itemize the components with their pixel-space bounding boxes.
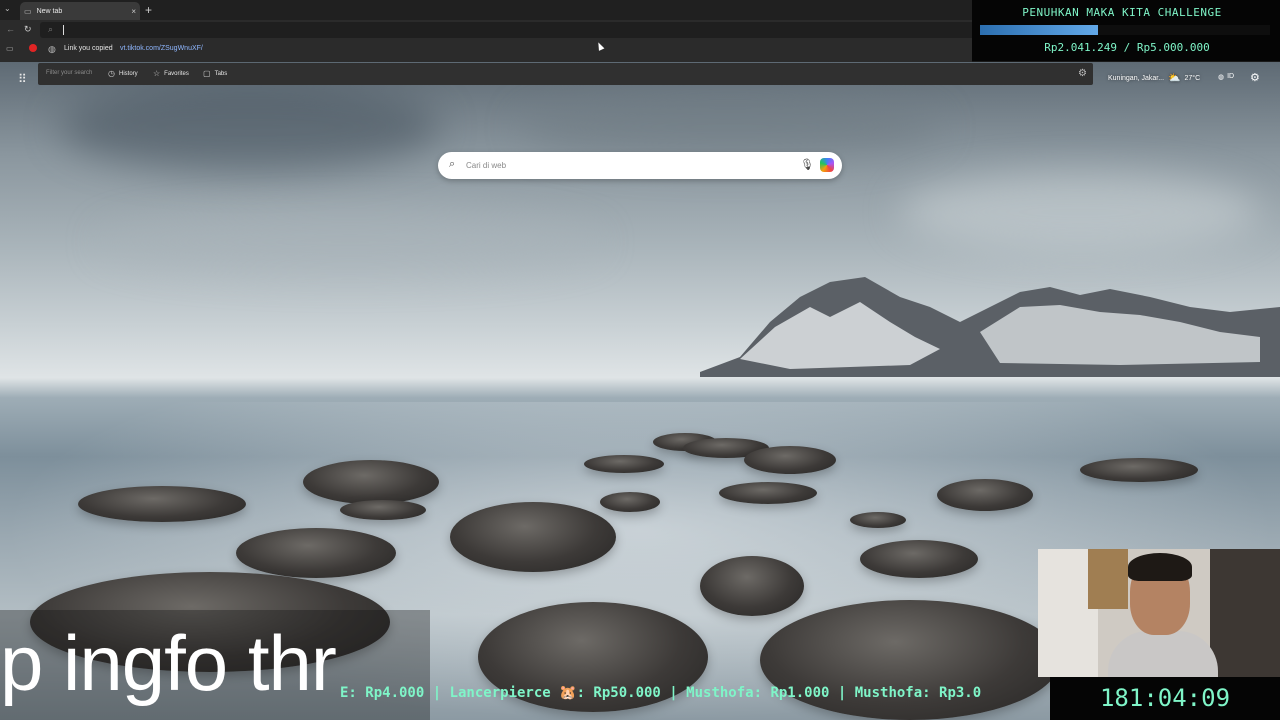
tab-new-tab[interactable]: ▭ New tab × [20, 2, 140, 20]
star-icon: ☆ [153, 69, 161, 78]
caption-text: p ingfo thr [0, 619, 337, 707]
donation-ticker: E: Rp4.000 | Lancerpierce 🐹: Rp50.000 | … [340, 682, 1038, 708]
webcam-feed [1038, 549, 1280, 677]
filter-tabs-label: Tabs [214, 70, 228, 77]
challenge-overlay: PENUHKAN MAKA KITA CHALLENGE Rp2.041.249… [972, 0, 1280, 61]
apps-grid-icon[interactable]: ⠿ [18, 72, 27, 86]
address-search-icon: ⌕ [48, 24, 54, 34]
search-filter-bar: Filter your search ◷ History ☆ Favorites… [38, 63, 1093, 85]
sidebar-chat-icon[interactable]: ▭ [6, 44, 14, 53]
sidebar-app-icon[interactable] [29, 44, 37, 52]
suggestion-label[interactable]: Link you copied [64, 45, 113, 52]
microphone-icon[interactable]: 🎙 [800, 158, 814, 171]
history-icon: ◷ [108, 69, 115, 78]
tab-close-icon[interactable]: × [131, 7, 136, 16]
challenge-amount: Rp2.041.249 / Rp5.000.000 [1044, 41, 1210, 54]
weather-location: Kuningan, Jakar... [1108, 75, 1165, 82]
web-search-box: ⌕ 🎙 [438, 152, 842, 179]
new-tab-button[interactable]: + [145, 3, 152, 17]
tab-favicon-icon: ▭ [24, 6, 32, 16]
page-settings-gear-icon[interactable]: ⚙ [1250, 71, 1260, 84]
language-switch[interactable]: ◍ ID [1218, 73, 1234, 81]
challenge-title: PENUHKAN MAKA KITA CHALLENGE [1022, 6, 1222, 19]
screen: ⌄ ▭ New tab × + ← ↻ ⌕ ▭ ◍ Link you copie… [0, 0, 1280, 720]
cloud-sun-icon: ⛅ [1168, 73, 1181, 84]
back-icon[interactable]: ← [6, 24, 15, 34]
weather-temperature: 27°C [1184, 75, 1201, 82]
language-code: ID [1227, 73, 1235, 80]
challenge-progress-bar [980, 25, 1270, 35]
search-icon: ⌕ [449, 158, 456, 170]
filter-settings-gear-icon[interactable]: ⚙ [1078, 68, 1087, 79]
refresh-icon[interactable]: ↻ [24, 24, 32, 35]
suggestion-url[interactable]: vt.tiktok.com/ZSugWnuXF/ [120, 45, 203, 52]
filter-history-label: History [118, 70, 138, 77]
stream-timer-text: 181:04:09 [1099, 684, 1231, 712]
filter-tabs[interactable]: ▢ Tabs [203, 69, 227, 78]
donation-ticker-text: E: Rp4.000 | Lancerpierce 🐹: Rp50.000 | … [340, 685, 982, 701]
address-bar[interactable]: ⌕ [40, 22, 980, 38]
filter-favorites-label: Favorites [164, 70, 189, 77]
weather-widget[interactable]: Kuningan, Jakar... ⛅ 27°C [1108, 73, 1200, 84]
challenge-progress-fill [980, 25, 1099, 35]
globe-icon: ◍ [48, 44, 56, 54]
filter-search-label[interactable]: Filter your search [46, 70, 92, 76]
copilot-icon[interactable] [820, 158, 834, 172]
web-search-input[interactable] [466, 157, 796, 174]
tab-actions-chevron-icon[interactable]: ⌄ [4, 4, 11, 13]
filter-favorites[interactable]: ☆ Favorites [153, 69, 189, 78]
tab-title: New tab [36, 7, 63, 15]
text-caret [63, 25, 64, 35]
stream-timer: 181:04:09 [1050, 677, 1280, 720]
globe-icon: ◍ [1218, 74, 1225, 81]
tabs-icon: ▢ [203, 69, 211, 78]
mountain-range [700, 277, 1280, 377]
filter-history[interactable]: ◷ History [108, 69, 138, 78]
